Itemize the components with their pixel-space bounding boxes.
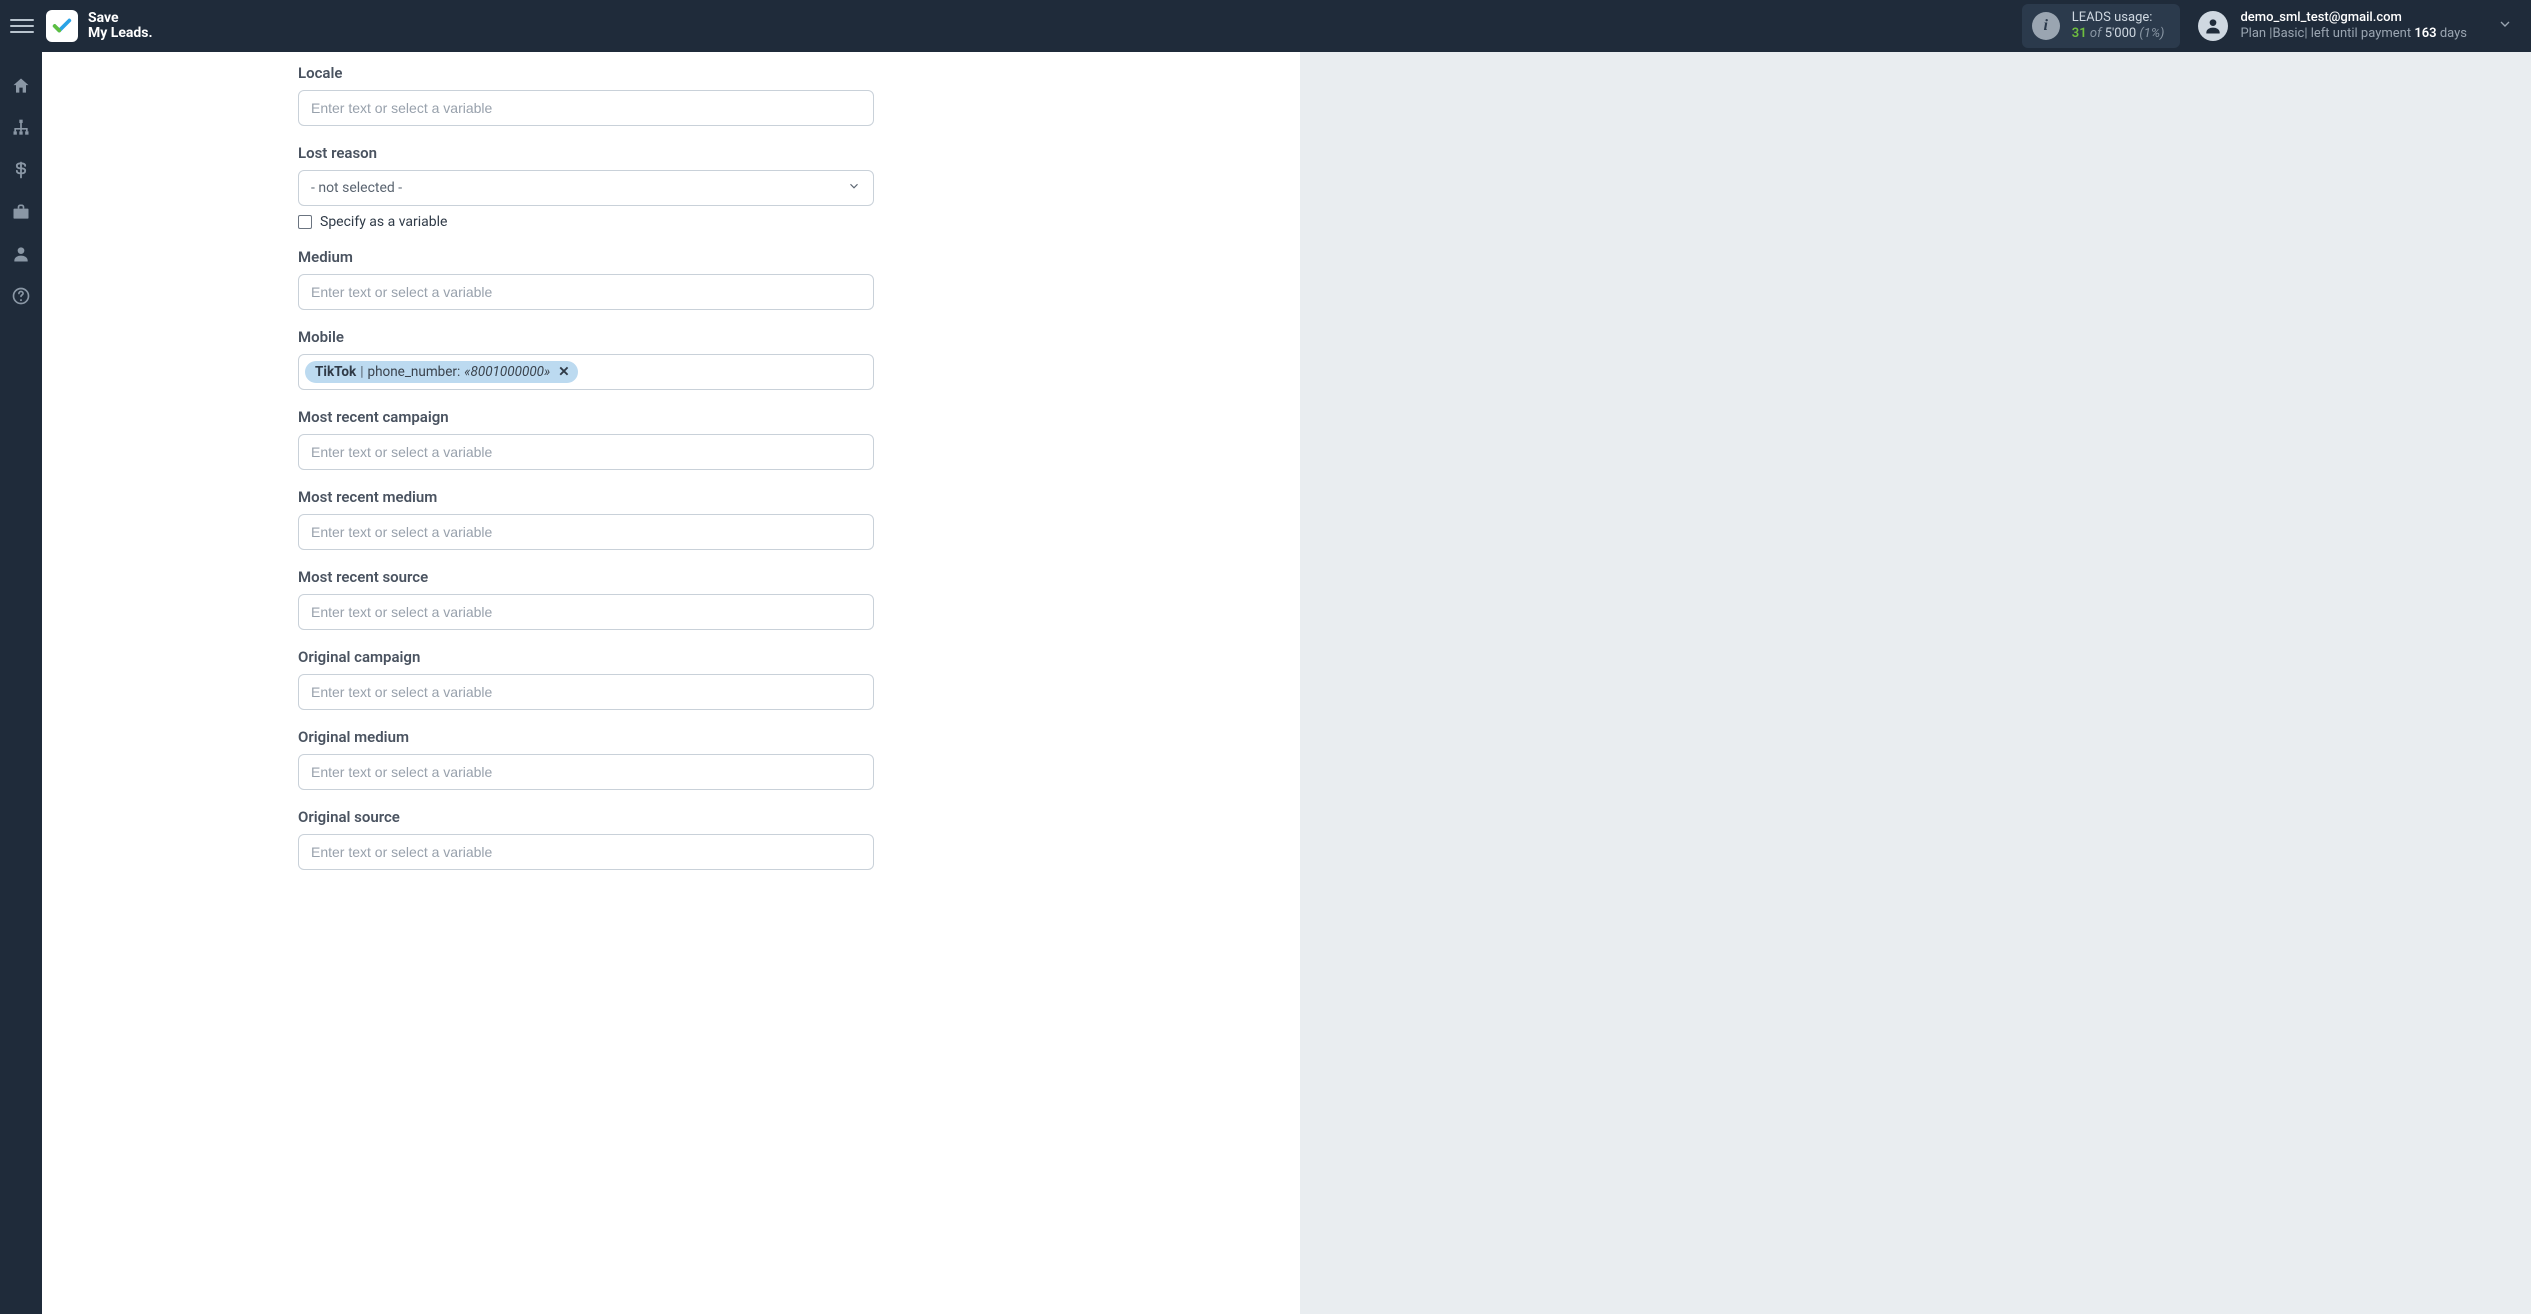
- usage-total: 5'000: [2105, 26, 2137, 41]
- content-panel: Locale Lost reason - not selected - Spec…: [42, 52, 1300, 1314]
- chip-field: phone_number:: [368, 364, 461, 380]
- main: Locale Lost reason - not selected - Spec…: [42, 52, 2531, 1314]
- input-locale[interactable]: [298, 90, 874, 126]
- label-original-source: Original source: [298, 808, 874, 826]
- plan-prefix: Plan |: [2240, 26, 2272, 41]
- input-most-recent-source[interactable]: [298, 594, 874, 630]
- chip-value: «8001000000»: [464, 364, 550, 380]
- select-lost-reason-value: - not selected -: [311, 180, 402, 196]
- usage-of: of: [2090, 26, 2102, 41]
- input-most-recent-medium[interactable]: [298, 514, 874, 550]
- field-most-recent-medium: Most recent medium: [298, 488, 874, 550]
- label-mobile: Mobile: [298, 328, 874, 346]
- field-most-recent-campaign: Most recent campaign: [298, 408, 874, 470]
- field-original-source: Original source: [298, 808, 874, 870]
- input-mobile[interactable]: TikTok | phone_number: «8001000000» ✕: [298, 354, 874, 390]
- account-email: demo_sml_test@gmail.com: [2240, 10, 2467, 26]
- label-most-recent-medium: Most recent medium: [298, 488, 874, 506]
- checkbox-specify-variable-label: Specify as a variable: [320, 214, 447, 230]
- select-lost-reason[interactable]: - not selected -: [298, 170, 874, 206]
- info-icon: i: [2032, 12, 2060, 40]
- brand-text: Save My Leads.: [88, 11, 153, 42]
- plan-mid: | left until payment: [2304, 26, 2414, 41]
- plan-days: 163: [2414, 26, 2436, 41]
- plan-days-suffix: days: [2437, 26, 2467, 41]
- account-plan: Plan |Basic| left until payment 163 days: [2240, 26, 2467, 42]
- nav-help[interactable]: [9, 284, 33, 308]
- checkbox-specify-variable[interactable]: [298, 215, 312, 229]
- form-column: Locale Lost reason - not selected - Spec…: [298, 64, 874, 870]
- nav-account[interactable]: [9, 242, 33, 266]
- field-most-recent-source: Most recent source: [298, 568, 874, 630]
- topbar: Save My Leads. i LEADS usage: 31 of 5'00…: [0, 0, 2531, 52]
- sidebar: [0, 52, 42, 1314]
- chip-source: TikTok: [315, 364, 356, 380]
- input-most-recent-campaign[interactable]: [298, 434, 874, 470]
- checkbox-specify-variable-row: Specify as a variable: [298, 214, 874, 230]
- nav-connections[interactable]: [9, 116, 33, 140]
- account-text: demo_sml_test@gmail.com Plan |Basic| lef…: [2240, 10, 2467, 43]
- usage-title: LEADS usage:: [2072, 10, 2165, 26]
- usage-text: LEADS usage: 31 of 5'000 (1%): [2072, 10, 2165, 43]
- plan-name: Basic: [2272, 26, 2304, 41]
- input-original-campaign[interactable]: [298, 674, 874, 710]
- chip-remove-icon[interactable]: ✕: [558, 364, 569, 380]
- menu-toggle-button[interactable]: [10, 14, 34, 38]
- logo-mark-icon: [46, 10, 78, 42]
- usage-used: 31: [2072, 26, 2087, 41]
- chip-sep: |: [360, 364, 363, 380]
- field-original-campaign: Original campaign: [298, 648, 874, 710]
- brand-logo[interactable]: Save My Leads.: [46, 10, 153, 42]
- input-medium[interactable]: [298, 274, 874, 310]
- field-medium: Medium: [298, 248, 874, 310]
- field-lost-reason: Lost reason - not selected - Specify as …: [298, 144, 874, 230]
- input-original-source[interactable]: [298, 834, 874, 870]
- account-menu[interactable]: demo_sml_test@gmail.com Plan |Basic| lef…: [2198, 10, 2513, 43]
- chip-mobile-value: TikTok | phone_number: «8001000000» ✕: [305, 361, 578, 383]
- nav-home[interactable]: [9, 74, 33, 98]
- brand-line2: My Leads.: [88, 26, 153, 41]
- avatar-icon: [2198, 11, 2228, 41]
- nav-billing[interactable]: [9, 158, 33, 182]
- field-mobile: Mobile TikTok | phone_number: «800100000…: [298, 328, 874, 390]
- label-medium: Medium: [298, 248, 874, 266]
- chevron-down-icon: [847, 179, 861, 197]
- label-locale: Locale: [298, 64, 874, 82]
- label-original-medium: Original medium: [298, 728, 874, 746]
- label-lost-reason: Lost reason: [298, 144, 874, 162]
- label-original-campaign: Original campaign: [298, 648, 874, 666]
- chevron-down-icon: [2497, 16, 2513, 36]
- brand-line1: Save: [88, 11, 153, 26]
- label-most-recent-source: Most recent source: [298, 568, 874, 586]
- usage-values: 31 of 5'000 (1%): [2072, 26, 2165, 42]
- nav-briefcase[interactable]: [9, 200, 33, 224]
- label-most-recent-campaign: Most recent campaign: [298, 408, 874, 426]
- usage-pill[interactable]: i LEADS usage: 31 of 5'000 (1%): [2022, 4, 2181, 49]
- usage-pct: (1%): [2139, 26, 2164, 41]
- field-locale: Locale: [298, 64, 874, 126]
- field-original-medium: Original medium: [298, 728, 874, 790]
- input-original-medium[interactable]: [298, 754, 874, 790]
